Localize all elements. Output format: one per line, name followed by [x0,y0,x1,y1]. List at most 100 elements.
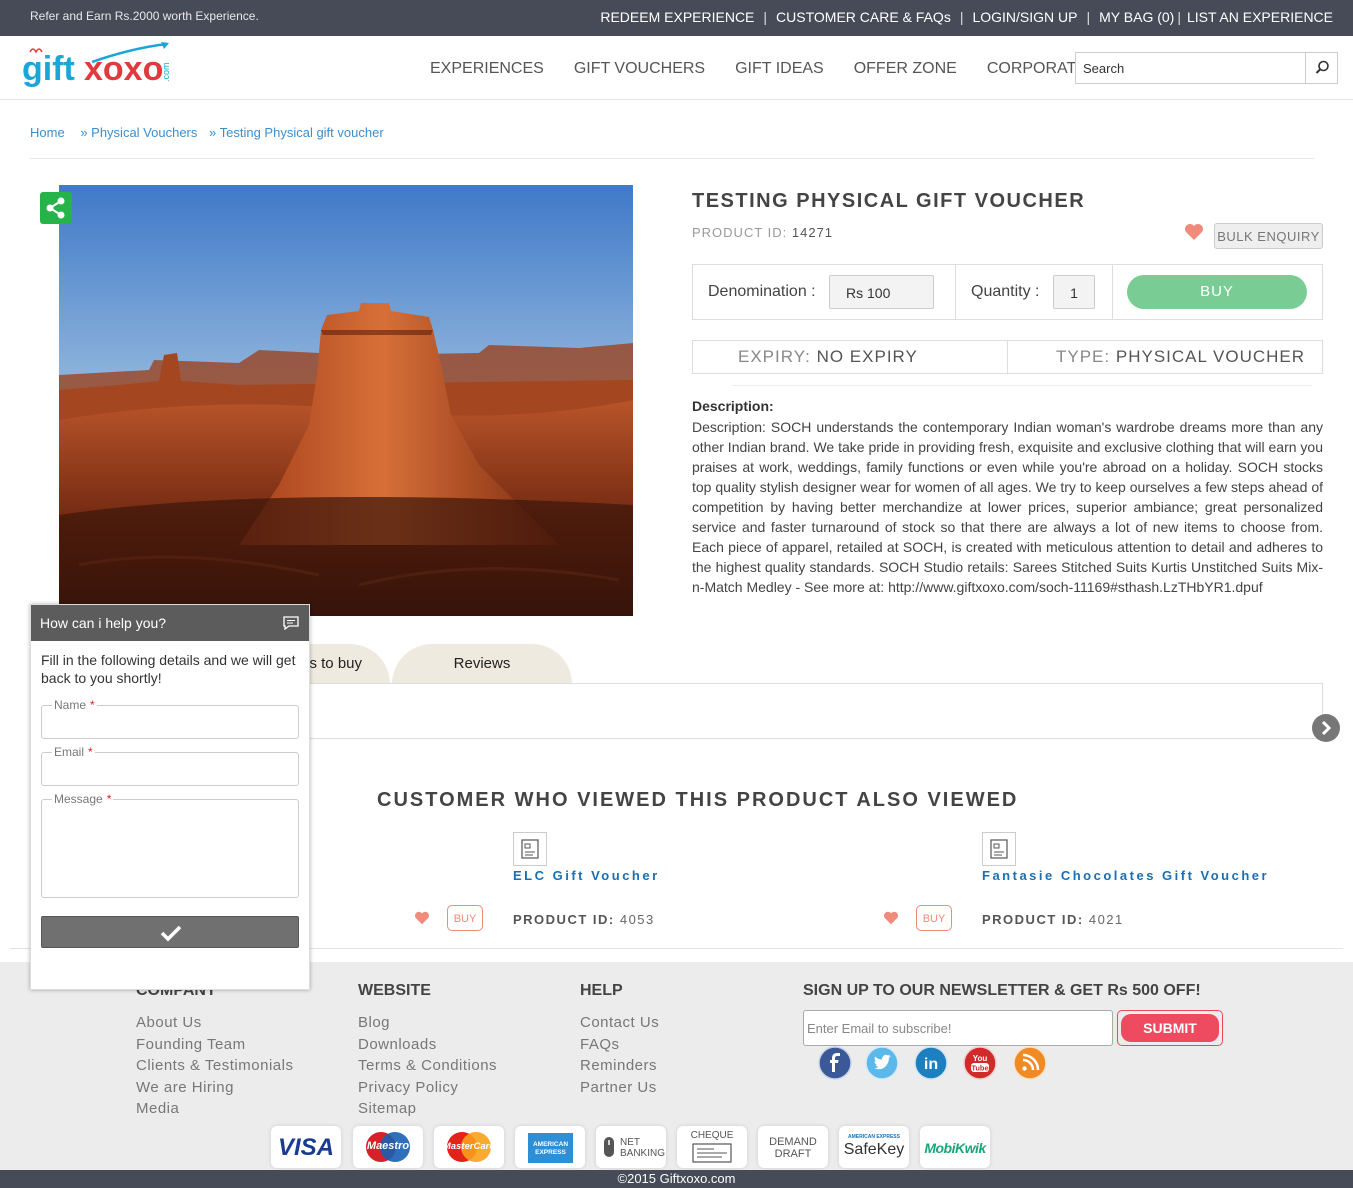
share-button[interactable] [40,192,72,224]
quantity-input[interactable]: 1 [1053,275,1095,309]
refer-earn-link[interactable]: Refer and Earn Rs.2000 worth Experience. [30,9,259,23]
footer-link-contact[interactable]: Contact Us [580,1012,659,1034]
footer-link-faqs[interactable]: FAQs [580,1034,659,1056]
footer-website: WEBSITE Blog Downloads Terms & Condition… [358,982,497,1120]
mastercard-logo: MasterCard [434,1126,504,1168]
expiry-type-box: EXPIRY: NO EXPIRY TYPE: PHYSICAL VOUCHER [692,340,1323,374]
login-signup-link[interactable]: LOGIN/SIGN UP [972,9,1077,25]
search-icon [1315,60,1329,74]
customer-care-link[interactable]: CUSTOMER CARE & FAQs [776,9,951,25]
my-bag-link[interactable]: MY BAG (0) [1099,9,1174,25]
product-id-value: 14271 [791,225,834,240]
footer-link-blog[interactable]: Blog [358,1012,497,1034]
newsletter-submit-button[interactable]: SUBMIT [1117,1010,1223,1046]
redeem-experience-link[interactable]: REDEEM EXPERIENCE [600,9,754,25]
maestro-logo: Maestro [353,1126,423,1168]
divider [955,265,956,319]
submit-label: SUBMIT [1121,1014,1219,1042]
image-placeholder-icon [521,839,539,859]
buy-button[interactable]: BUY [447,905,483,931]
chat-name-label: Name * [52,698,97,712]
amex-safekey-logo: AMERICAN EXPRESS SafeKey [839,1126,909,1168]
youtube-icon[interactable]: YouTube [963,1046,997,1080]
breadcrumb: Home » Physical Vouchers » Testing Physi… [30,125,390,140]
product-name-link[interactable]: ELC Gift Voucher [513,868,660,883]
newsletter-heading: SIGN UP TO OUR NEWSLETTER & GET Rs 500 O… [803,982,1201,999]
footer-link-team[interactable]: Founding Team [136,1034,293,1056]
chat-message-input[interactable] [41,799,299,898]
product-id: PRODUCT ID: 14271 [692,225,834,240]
footer-link-partner[interactable]: Partner Us [580,1077,659,1099]
svg-text:.com: .com [161,62,171,82]
buy-button[interactable]: BUY [1127,275,1307,309]
facebook-icon[interactable] [818,1046,852,1080]
nav-experiences[interactable]: EXPERIENCES [430,60,544,78]
product-id: PRODUCT ID: 4021 [982,912,1124,927]
chat-header[interactable]: How can i help you? [31,605,309,641]
product-image [59,185,633,616]
image-placeholder-icon [990,839,1008,859]
nav-offer-zone[interactable]: OFFER ZONE [854,60,957,78]
footer-link-sitemap[interactable]: Sitemap [358,1098,497,1120]
chat-bubble-icon [283,616,299,630]
search-button[interactable] [1305,53,1337,83]
search-input[interactable] [1076,53,1306,83]
description-text: Description: SOCH understands the contem… [692,419,1323,595]
chat-send-button[interactable] [41,916,299,948]
newsletter-email-input[interactable] [804,1011,1112,1045]
share-icon [46,197,65,219]
giftxoxo-logo[interactable]: gift xoxo .com [22,42,172,94]
svg-text:gift: gift [22,50,75,88]
footer-link-clients[interactable]: Clients & Testimonials [136,1055,293,1077]
footer-company: COMPANY About Us Founding Team Clients &… [136,982,293,1120]
twitter-icon[interactable] [865,1046,899,1080]
product-title: TESTING PHYSICAL GIFT VOUCHER [692,190,1086,212]
breadcrumb-physical-vouchers[interactable]: » Physical Vouchers [80,125,197,140]
rss-icon[interactable] [1013,1046,1047,1080]
wishlist-heart-icon[interactable] [883,911,899,925]
chat-widget: How can i help you? Fill in the followin… [30,604,310,990]
search-box [1075,52,1338,84]
nav-corporate[interactable]: CORPORATE [987,60,1087,78]
list-experience-link[interactable]: LIST AN EXPERIENCE [1187,9,1333,25]
newsletter-email-box [803,1010,1113,1046]
denomination-select[interactable]: Rs 100 [829,275,934,309]
wishlist-heart-icon[interactable] [1184,223,1204,241]
svg-text:You: You [973,1054,988,1063]
chevron-right-icon [1321,720,1332,736]
nav-gift-vouchers[interactable]: GIFT VOUCHERS [574,60,705,78]
divider [732,385,1312,386]
wishlist-heart-icon[interactable] [414,911,430,925]
product-name-link[interactable]: Fantasie Chocolates Gift Voucher [982,868,1269,883]
visa-logo: VISA [271,1126,341,1168]
breadcrumb-home[interactable]: Home [30,125,65,140]
divider [1007,341,1008,373]
footer-link-about[interactable]: About Us [136,1012,293,1034]
footer-link-hiring[interactable]: We are Hiring [136,1077,293,1099]
footer-link-downloads[interactable]: Downloads [358,1034,497,1056]
chat-intro: Fill in the following details and we wil… [41,652,296,686]
top-links: REDEEM EXPERIENCE | CUSTOMER CARE & FAQs | L… [600,9,1333,25]
header: gift xoxo .com EXPERIENCES GIFT VOUCHERS G… [0,36,1353,100]
footer-link-reminders[interactable]: Reminders [580,1055,659,1077]
footer-link-privacy[interactable]: Privacy Policy [358,1077,497,1099]
next-arrow-button[interactable] [1312,714,1340,742]
tab-reviews[interactable]: Reviews [392,644,572,684]
linkedin-icon[interactable]: in [914,1046,948,1080]
also-viewed-heading: CUSTOMER WHO VIEWED THIS PRODUCT ALSO VI… [377,789,1019,811]
footer-link-terms[interactable]: Terms & Conditions [358,1055,497,1077]
checkmark-icon [160,925,182,942]
divider [1112,265,1113,319]
footer-link-media[interactable]: Media [136,1098,293,1120]
product-thumbnail[interactable] [513,832,547,866]
nav-gift-ideas[interactable]: GIFT IDEAS [735,60,824,78]
top-bar: Refer and Earn Rs.2000 worth Experience.… [0,0,1353,36]
net-banking-logo: NET BANKING [596,1126,666,1168]
breadcrumb-current[interactable]: » Testing Physical gift voucher [209,125,384,140]
svg-text:Tube: Tube [971,1064,988,1073]
product-thumbnail[interactable] [982,832,1016,866]
buy-button[interactable]: BUY [916,905,952,931]
product-id: PRODUCT ID: 4053 [513,912,655,927]
bulk-enquiry-button[interactable]: BULK ENQUIRY [1214,223,1323,249]
cheque-logo: CHEQUE [677,1126,747,1168]
